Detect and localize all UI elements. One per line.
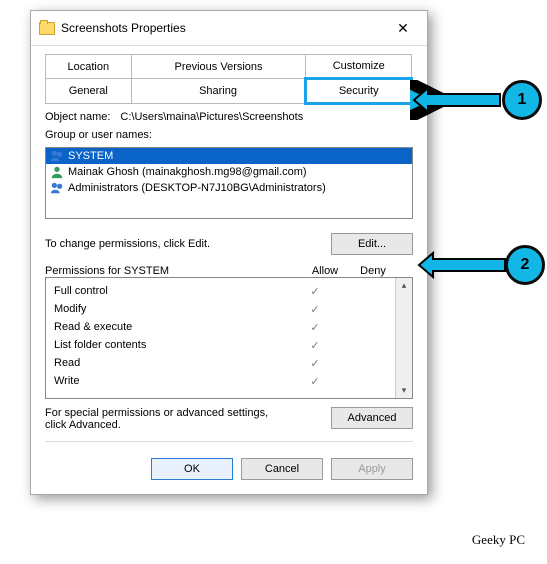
tab-sharing[interactable]: Sharing (131, 79, 306, 104)
permission-row: Full control✓ (54, 282, 387, 300)
user-item[interactable]: SYSTEM (46, 148, 412, 164)
apply-button[interactable]: Apply (331, 458, 413, 480)
deny-header: Deny (349, 265, 397, 277)
tab-security[interactable]: Security (306, 79, 412, 104)
tab-customize[interactable]: Customize (306, 55, 412, 79)
allow-header: Allow (301, 265, 349, 277)
user-item[interactable]: Administrators (DESKTOP-N7J10BG\Administ… (46, 180, 412, 196)
permission-row: List folder contents✓ (54, 336, 387, 354)
titlebar: Screenshots Properties ✕ (31, 11, 427, 46)
tab-general[interactable]: General (46, 79, 132, 104)
allow-check-icon: ✓ (291, 321, 339, 334)
advanced-button[interactable]: Advanced (331, 407, 413, 429)
allow-check-icon: ✓ (291, 285, 339, 298)
allow-check-icon: ✓ (291, 339, 339, 352)
folder-icon (39, 22, 55, 35)
annotation-1: 1 (502, 80, 542, 120)
group-label: Group or user names: (45, 129, 413, 141)
permission-row: Modify✓ (54, 300, 387, 318)
object-name-row: Object name: C:\Users\maina\Pictures\Scr… (45, 111, 413, 123)
group-icon (50, 149, 64, 163)
tab-previous-versions[interactable]: Previous Versions (131, 55, 306, 79)
edit-button[interactable]: Edit... (331, 233, 413, 255)
advanced-hint: For special permissions or advanced sett… (45, 407, 275, 431)
group-icon (50, 181, 64, 195)
permissions-header: Permissions for SYSTEM (45, 265, 301, 277)
permission-row: Read & execute✓ (54, 318, 387, 336)
permissions-list: Full control✓Modify✓Read & execute✓List … (45, 277, 413, 399)
user-item[interactable]: Mainak Ghosh (mainakghosh.mg98@gmail.com… (46, 164, 412, 180)
ok-button[interactable]: OK (151, 458, 233, 480)
user-list[interactable]: SYSTEMMainak Ghosh (mainakghosh.mg98@gma… (45, 147, 413, 219)
close-button[interactable]: ✕ (387, 17, 419, 39)
permission-row: Read✓ (54, 354, 387, 372)
watermark: Geeky PC (472, 532, 525, 548)
allow-check-icon: ✓ (291, 303, 339, 316)
annotation-2: 2 (505, 245, 545, 285)
properties-dialog: Screenshots Properties ✕ LocationPreviou… (30, 10, 428, 495)
allow-check-icon: ✓ (291, 375, 339, 388)
edit-hint: To change permissions, click Edit. (45, 238, 210, 250)
object-name-value: C:\Users\maina\Pictures\Screenshots (120, 111, 303, 123)
tab-strip: LocationPrevious VersionsCustomize Genera… (45, 54, 413, 105)
permission-row: Write✓ (54, 372, 387, 390)
object-name-label: Object name: (45, 111, 110, 123)
scrollbar[interactable]: ▴▾ (395, 278, 412, 398)
window-title: Screenshots Properties (61, 21, 387, 35)
cancel-button[interactable]: Cancel (241, 458, 323, 480)
tab-location[interactable]: Location (46, 55, 132, 79)
allow-check-icon: ✓ (291, 357, 339, 370)
user-icon (50, 165, 64, 179)
